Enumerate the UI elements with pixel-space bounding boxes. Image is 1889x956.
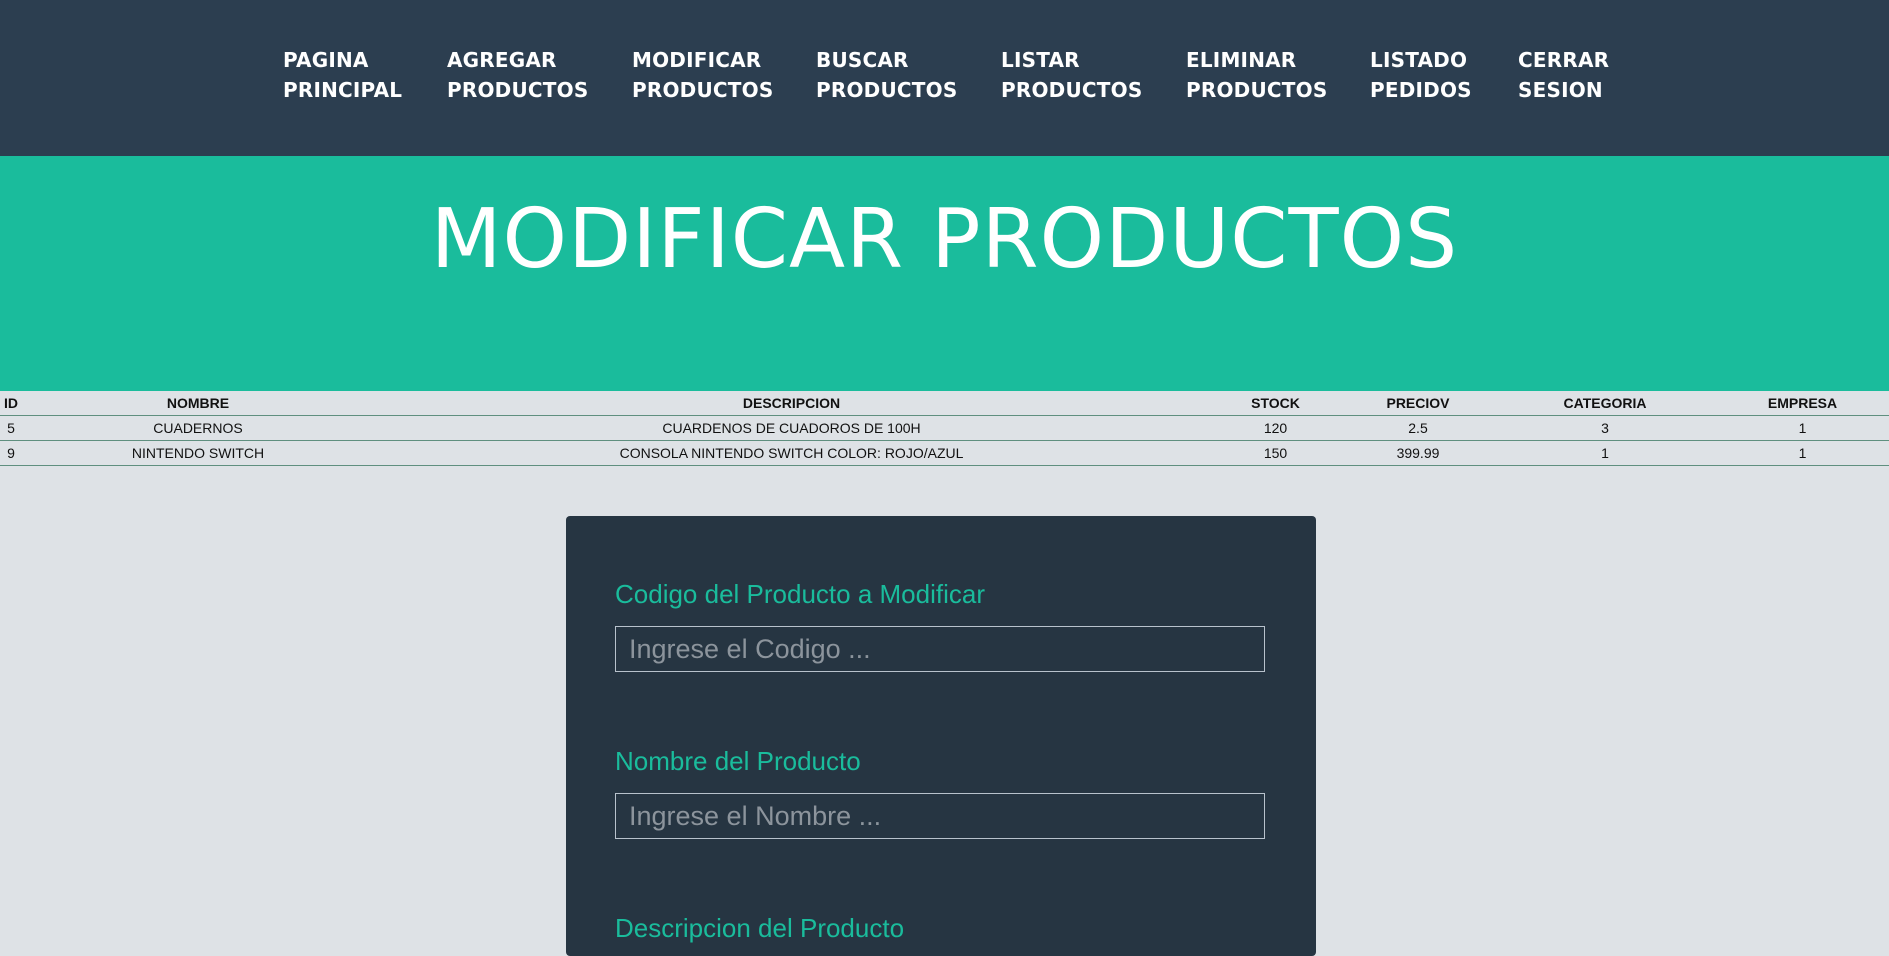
cell-stock: 150 (1209, 440, 1342, 466)
nav-label-line1: BUSCAR (816, 48, 909, 72)
cell-id: 9 (0, 440, 22, 466)
cell-empresa: 1 (1716, 415, 1889, 441)
nav-cerrar-sesion[interactable]: CERRAR SESION (1518, 45, 1609, 105)
nav-pagina-principal[interactable]: PAGINA PRINCIPAL (283, 45, 402, 105)
products-table: ID NOMBRE DESCRIPCION STOCK PRECIOV CATE… (0, 391, 1889, 466)
table-header-row: ID NOMBRE DESCRIPCION STOCK PRECIOV CATE… (0, 391, 1889, 416)
cell-categoria: 1 (1494, 440, 1716, 466)
nombre-label: Nombre del Producto (615, 746, 861, 776)
table-row: 5 CUADERNOS CUARDENOS DE CUADOROS DE 100… (0, 415, 1889, 441)
cell-empresa: 1 (1716, 440, 1889, 466)
nav-label-line2: PRODUCTOS (816, 78, 958, 102)
nav-eliminar-productos[interactable]: ELIMINAR PRODUCTOS (1186, 45, 1327, 105)
nav-listar-productos[interactable]: LISTAR PRODUCTOS (1001, 45, 1142, 105)
cell-categoria: 3 (1494, 415, 1716, 441)
page-title: MODIFICAR PRODUCTOS (430, 192, 1459, 287)
column-header-preciov: PRECIOV (1342, 391, 1494, 416)
codigo-input[interactable] (615, 626, 1265, 672)
column-header-empresa: EMPRESA (1716, 391, 1889, 416)
nav-label-line2: PEDIDOS (1370, 78, 1472, 102)
nav-label-line2: PRODUCTOS (1001, 78, 1143, 102)
nav-label-line1: LISTAR (1001, 48, 1080, 72)
nav-label-line2: PRODUCTOS (1186, 78, 1328, 102)
masthead: MODIFICAR PRODUCTOS (0, 156, 1889, 391)
cell-nombre: NINTENDO SWITCH (22, 440, 374, 466)
cell-stock: 120 (1209, 415, 1342, 441)
nav-label-line1: MODIFICAR (632, 48, 762, 72)
column-header-nombre: NOMBRE (22, 391, 374, 416)
modify-product-form: Codigo del Producto a Modificar Nombre d… (566, 516, 1316, 956)
nav-agregar-productos[interactable]: AGREGAR PRODUCTOS (447, 45, 588, 105)
nav-label-line1: PAGINA (283, 48, 369, 72)
column-header-id: ID (0, 391, 22, 416)
nav-label-line1: ELIMINAR (1186, 48, 1297, 72)
top-navbar: PAGINA PRINCIPAL AGREGAR PRODUCTOS MODIF… (0, 0, 1889, 156)
cell-descripcion: CONSOLA NINTENDO SWITCH COLOR: ROJO/AZUL (374, 440, 1209, 466)
nav-label-line2: PRODUCTOS (447, 78, 589, 102)
nav-modificar-productos[interactable]: MODIFICAR PRODUCTOS (632, 45, 773, 105)
nav-label-line2: PRODUCTOS (632, 78, 774, 102)
nav-label-line1: LISTADO (1370, 48, 1468, 72)
cell-nombre: CUADERNOS (22, 415, 374, 441)
cell-preciov: 399.99 (1342, 440, 1494, 466)
column-header-categoria: CATEGORIA (1494, 391, 1716, 416)
nav-listado-pedidos[interactable]: LISTADO PEDIDOS (1370, 45, 1472, 105)
codigo-label: Codigo del Producto a Modificar (615, 579, 985, 609)
nombre-input[interactable] (615, 793, 1265, 839)
nav-label-line2: SESION (1518, 78, 1603, 102)
descripcion-label: Descripcion del Producto (615, 913, 905, 943)
nav-label-line2: PRINCIPAL (283, 78, 403, 102)
nav-buscar-productos[interactable]: BUSCAR PRODUCTOS (816, 45, 957, 105)
nav-label-line1: CERRAR (1518, 48, 1610, 72)
cell-id: 5 (0, 415, 22, 441)
cell-descripcion: CUARDENOS DE CUADOROS DE 100H (374, 415, 1209, 441)
column-header-descripcion: DESCRIPCION (374, 391, 1209, 416)
column-header-stock: STOCK (1209, 391, 1342, 416)
cell-preciov: 2.5 (1342, 415, 1494, 441)
table-row: 9 NINTENDO SWITCH CONSOLA NINTENDO SWITC… (0, 440, 1889, 466)
nav-label-line1: AGREGAR (447, 48, 557, 72)
